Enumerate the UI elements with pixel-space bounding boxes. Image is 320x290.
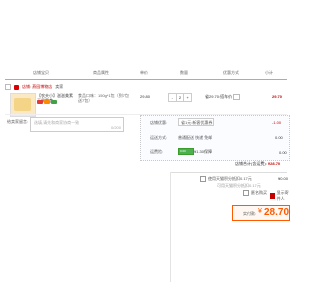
- anonymous-label: 匿名购买: [251, 190, 267, 195]
- badge-icon: [44, 100, 50, 104]
- col-header: 单价: [140, 70, 148, 75]
- qty-plus-button[interactable]: +: [184, 94, 191, 101]
- shipping-select[interactable]: 普通配送 快递 免邮: [178, 135, 212, 141]
- message-placeholder: 选填,请先和商家协商一致: [34, 120, 80, 125]
- col-header: 数量: [180, 70, 188, 75]
- insurance-value: 0.00: [279, 150, 287, 155]
- coupon-select[interactable]: 省1元:新客优惠券: [178, 118, 214, 126]
- shop-name[interactable]: 店铺: 燕园博物店: [22, 84, 52, 90]
- chevron-down-icon[interactable]: [233, 94, 241, 100]
- col-header: 小计: [265, 70, 273, 75]
- points-label: 使用天猫积分抵扣0.17元: [208, 176, 252, 181]
- item-subtotal: 29.70: [272, 94, 283, 99]
- insurance-label: 运费险:: [150, 149, 164, 154]
- badge-icon: [37, 100, 43, 104]
- col-header: 优惠方式: [223, 70, 239, 75]
- message-counter: 0/200: [110, 125, 121, 130]
- qty-minus-button[interactable]: -: [169, 94, 176, 101]
- quantity-stepper[interactable]: - 2 +: [168, 93, 192, 102]
- coupon-selected: 省1元:新客优惠券: [181, 120, 213, 125]
- insurance-badge: 0.00: [180, 149, 186, 153]
- coupon-value: -1.00: [272, 120, 282, 125]
- promo-label: 省29.70:搭车价: [205, 94, 233, 100]
- show-sender-checkbox[interactable]: [270, 193, 275, 199]
- shop-total-label: 店铺合计(含运费):: [235, 161, 267, 166]
- points-checkbox[interactable]: [200, 176, 206, 182]
- col-header: 商品属性: [93, 70, 109, 75]
- product-badges: [37, 100, 57, 104]
- pay-currency: ¥: [258, 208, 262, 215]
- unit-price: 29.80: [140, 94, 151, 99]
- insurance-toggle[interactable]: 0.00: [178, 148, 194, 155]
- points-hint: 可用天猫积分抵扣0.17元: [217, 183, 261, 188]
- qty-input[interactable]: 2: [175, 94, 185, 101]
- coupon-label: 店铺优惠:: [150, 120, 168, 125]
- points-value: ¥0.00: [278, 176, 289, 181]
- tmall-logo-icon: [14, 84, 19, 90]
- promo-select[interactable]: 省29.70:搭车价: [205, 94, 241, 100]
- shop-tag: 卖家: [55, 84, 64, 89]
- shop-total-value: ¥28.70: [267, 161, 281, 166]
- shop-line: 店铺: 燕园博物店 卖家: [5, 83, 63, 91]
- divider: [170, 172, 171, 282]
- badge-icon: [51, 100, 57, 104]
- divider: [170, 172, 287, 173]
- product-spec: 食品口味：150g*1包（到7包送7包）: [78, 93, 129, 103]
- col-header: 店铺宝贝: [33, 70, 49, 75]
- message-input[interactable]: 选填,请先和商家协商一致 0/200: [30, 117, 124, 132]
- shop-checkbox[interactable]: [5, 84, 11, 90]
- message-label: 给卖家留言:: [7, 119, 29, 124]
- anonymous-option[interactable]: 匿名购买: [243, 190, 267, 196]
- insurance-note: ¥1.30保障: [194, 149, 213, 154]
- points-option[interactable]: 使用天猫积分抵扣0.17元: [200, 176, 252, 182]
- table-header: 店铺宝贝 商品属性 单价 数量 优惠方式 小计: [5, 67, 287, 80]
- shop-total: 店铺合计(含运费): ¥28.70: [235, 161, 280, 167]
- pay-label: 实付款:: [243, 211, 257, 216]
- show-sender-label: 显示寄件人: [276, 190, 289, 201]
- shipping-value: 0.00: [275, 135, 283, 140]
- payment-total-box: 实付款: ¥ 28.70: [232, 205, 290, 221]
- anonymous-checkbox[interactable]: [243, 190, 249, 196]
- pay-amount: 28.70: [264, 207, 290, 218]
- shipping-label: 运送方式:: [150, 135, 168, 140]
- show-sender-option[interactable]: 显示寄件人: [270, 190, 290, 202]
